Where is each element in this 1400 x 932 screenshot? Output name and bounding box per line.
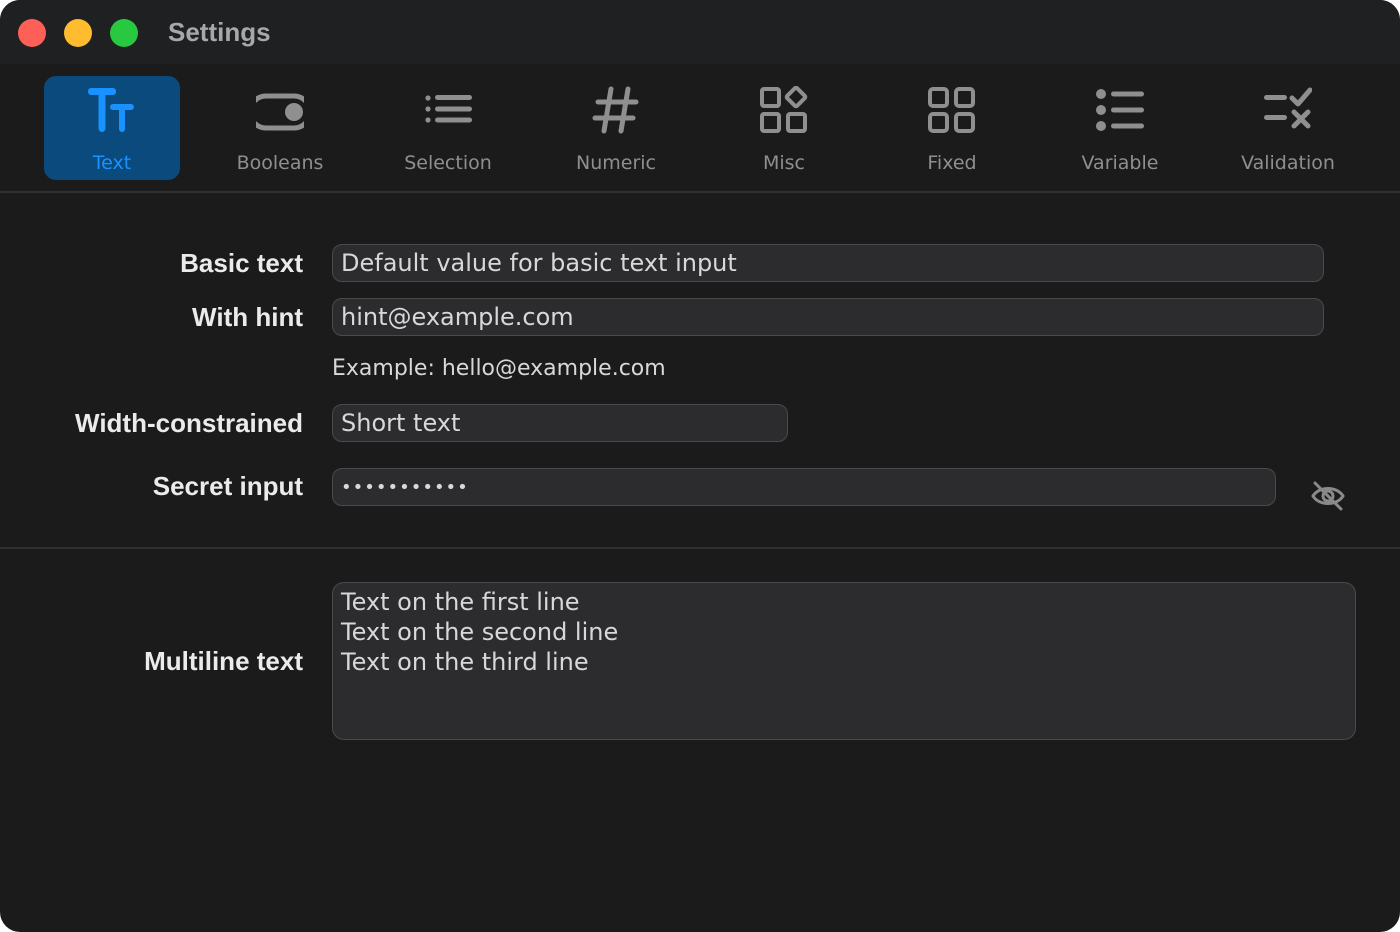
multiline-line: Text on the third line [341, 648, 589, 676]
tab-misc[interactable]: Misc [716, 76, 852, 180]
basic-text-label: Basic text [180, 248, 303, 278]
shapes-icon [760, 86, 808, 133]
title-bar: Settings [0, 0, 1400, 64]
tab-selection-label: Selection [404, 152, 492, 174]
tab-fixed[interactable]: Fixed [884, 76, 1020, 180]
tab-validation[interactable]: Validation [1220, 76, 1356, 180]
width-constrained-label: Width-constrained [75, 408, 303, 438]
settings-toolbar: Text Booleans Selection Numeric Misc Fix… [0, 64, 1400, 193]
tab-booleans-label: Booleans [236, 152, 324, 174]
tab-numeric[interactable]: Numeric [548, 76, 684, 180]
bullet-list-icon [1096, 89, 1144, 131]
toggle-icon [256, 93, 304, 131]
with-hint-label: With hint [192, 302, 303, 332]
multiline-text-label: Multiline text [144, 646, 303, 676]
with-hint-input[interactable] [332, 298, 1324, 336]
multiline-line: Text on the second line [341, 618, 619, 646]
hash-icon [592, 86, 639, 134]
tab-numeric-label: Numeric [576, 152, 656, 174]
tab-variable-label: Variable [1081, 152, 1159, 174]
tab-misc-label: Misc [762, 152, 806, 174]
list-icon [425, 95, 472, 123]
eye-slash-icon[interactable] [1310, 478, 1346, 514]
section-divider [0, 547, 1400, 549]
tab-selection[interactable]: Selection [380, 76, 516, 180]
tab-variable[interactable]: Variable [1052, 76, 1188, 180]
secret-input[interactable] [332, 468, 1276, 506]
settings-window: Settings Text Booleans Selection Numeric… [0, 0, 1400, 932]
grid-icon [928, 87, 975, 133]
multiline-text-area[interactable]: Text on the first line Text on the secon… [332, 582, 1356, 740]
secret-input-label: Secret input [152, 471, 303, 501]
zoom-window-button[interactable] [110, 19, 138, 47]
hint-text: Example: hello@example.com [332, 356, 666, 381]
window-title: Settings [168, 17, 271, 47]
width-constrained-input[interactable] [332, 404, 788, 442]
close-window-button[interactable] [18, 19, 46, 47]
tab-text-label: Text [92, 152, 132, 174]
text-format-icon [88, 88, 134, 132]
tab-text[interactable]: Text [44, 76, 180, 180]
minimize-window-button[interactable] [64, 19, 92, 47]
basic-text-input[interactable] [332, 244, 1324, 282]
tab-fixed-label: Fixed [927, 152, 977, 174]
check-x-icon [1264, 87, 1312, 129]
tab-booleans[interactable]: Booleans [212, 76, 348, 180]
tab-validation-label: Validation [1241, 152, 1335, 174]
multiline-line: Text on the first line [341, 588, 580, 616]
